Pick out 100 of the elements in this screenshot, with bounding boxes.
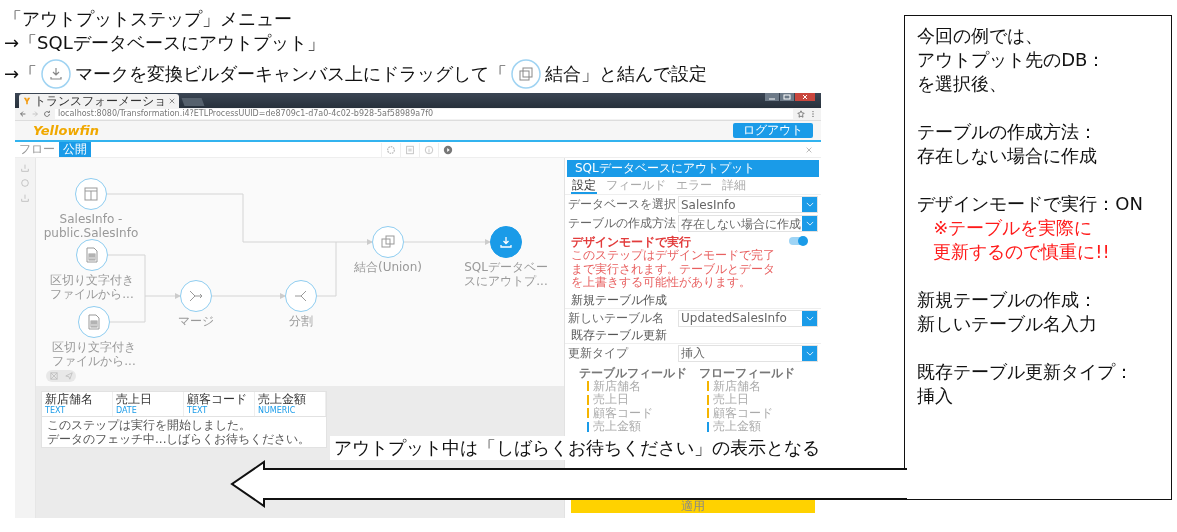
browser-tab[interactable]: トランスフォーメーショ [19,94,179,108]
table-icon [83,186,99,202]
note-text: ※テーブルを実際に [932,216,1094,240]
logo: Yellowfin [33,123,99,138]
note-text: 更新するので慎重に!! [932,240,1111,264]
node-label: マージ [178,315,214,329]
minimize-icon[interactable] [765,93,779,101]
overlapping-squares-icon [511,59,542,89]
refresh-icon[interactable] [20,178,30,188]
maximize-icon[interactable] [780,93,794,101]
canvas-controls[interactable] [46,370,76,382]
status-message: このステップは実行を開始しました。 [47,418,252,432]
column-name: 売上日 [116,393,153,406]
download-icon [498,234,514,250]
instruction-text: 「アウトプットステップ」メニュー [4,7,293,31]
column-type: DATE [116,406,138,415]
more-icon[interactable] [809,110,817,118]
close-icon[interactable] [169,98,175,104]
note-text: 新しいテーブル名入力 [917,312,1099,336]
send-icon[interactable] [64,372,73,380]
field-name: 顧客コード [713,406,773,420]
column-name: 売上金額 [258,393,307,406]
field-label: テーブルの作成方法 [568,215,676,232]
field-name: 売上金額 [713,420,761,434]
tray-icon[interactable] [20,163,30,173]
back-icon[interactable] [19,110,27,118]
flow-node[interactable] [372,226,404,258]
mode-tab[interactable]: 公開 [59,142,91,157]
note-text: 存在しない場合に作成 [917,144,1099,168]
logout-button[interactable]: ログアウト [733,123,813,138]
field-label: データベースを選択 [568,196,676,213]
instruction-text: →「SQLデータベースにアウトプット」 [4,31,326,55]
field-label: 更新タイプ [568,344,630,362]
panel-title: SQLデータベースにアウトプット [567,160,819,177]
instruction-text: →「 [4,62,38,86]
status-message: データのフェッチ中...しばらくお待ちください。 [47,432,312,446]
chevron-down-icon [805,202,814,207]
node-label: ファイルから... [52,354,136,368]
note-text: アウトプット先のDB： [917,48,1107,72]
field-name: 売上日 [713,393,749,407]
column-name: 新店舗名 [45,393,94,406]
reload-icon[interactable] [43,110,51,118]
close-icon[interactable] [795,93,815,101]
star-icon[interactable] [797,110,805,118]
node-label: ファイルから... [50,287,134,301]
column-type: NUMERIC [258,406,297,415]
field-name: 売上金額 [593,420,641,434]
node-label: スにアウトプ... [464,274,548,288]
select-field[interactable]: SalesInfo [678,196,818,213]
merge-icon [188,288,204,304]
note-text: デザインモードで実行：ON [917,192,1144,216]
column-type: TEXT [187,406,209,415]
warning-title: デザインモードで実行 [571,235,692,249]
node-label: 区切り文字付き [52,341,136,355]
chevron-down-icon [805,350,814,356]
flow-node[interactable] [180,280,212,312]
column-type: TEXT [45,406,67,415]
column-name: 顧客コード [187,393,248,406]
panel-tab[interactable]: 詳細 [721,177,747,194]
select-field[interactable]: UpdatedSalesInfo [678,309,818,327]
overlapping-squares-icon [380,234,396,250]
field-name: 顧客コード [593,406,653,420]
flow-node[interactable] [490,226,522,258]
forward-icon[interactable] [31,110,39,118]
select-field[interactable]: 挿入 [678,344,818,362]
flow-node[interactable] [76,239,108,271]
instruction-text: マークを変換ビルダーキャンバス上にドラッグして「 [75,62,508,86]
node-label: SalesInfo - [59,213,123,227]
split-icon [293,288,309,304]
panel-tab[interactable]: 設定 [571,177,597,194]
instruction-text: 結合」と結んで設定 [545,62,708,86]
field-name: 売上日 [593,393,629,407]
warning-text: このステップはデザインモードで完了まで実行されます。テーブルとデータを上書きする可能性があります。 [571,249,776,290]
flow-node[interactable] [285,280,317,312]
toggle-switch[interactable] [789,237,807,245]
field-name: 新店舗名 [593,379,641,393]
node-label: 結合(Union) [353,261,422,275]
mode-tab[interactable]: フロー [15,142,59,157]
flow-node[interactable] [75,178,107,210]
node-label: SQLデータベー [464,261,548,275]
fit-icon[interactable] [49,372,58,380]
flow-node[interactable] [78,306,110,338]
node-label: 分割 [289,315,313,329]
tray-icon[interactable] [20,193,30,203]
note-text: 新規テーブルの作成： [917,288,1099,312]
document-icon [84,247,100,263]
note-text: 挿入 [917,384,955,408]
column-header: テーブルフィールド [579,365,688,380]
note-text: 既存テーブル更新タイプ： [917,360,1135,384]
chevron-down-icon [805,221,814,226]
select-field[interactable]: 存在しない場合に作成 [678,215,818,232]
node-label: public.SalesInfo [43,226,139,240]
field-name: 新店舗名 [713,379,761,393]
note-text: を選択後、 [917,72,1009,96]
chevron-down-icon [805,315,814,321]
address-bar[interactable]: localhost:8080/Transformation.i4?ETLProcessUUID=de8709c1-d7a0-4c02-b928-5af58989a7f0 [55,109,793,119]
section-title: 既存テーブル更新 [565,327,821,344]
note-text: 今回の例では、 [917,24,1045,48]
node-label: 区切り文字付き [50,274,134,288]
new-tab-button[interactable] [181,98,205,106]
